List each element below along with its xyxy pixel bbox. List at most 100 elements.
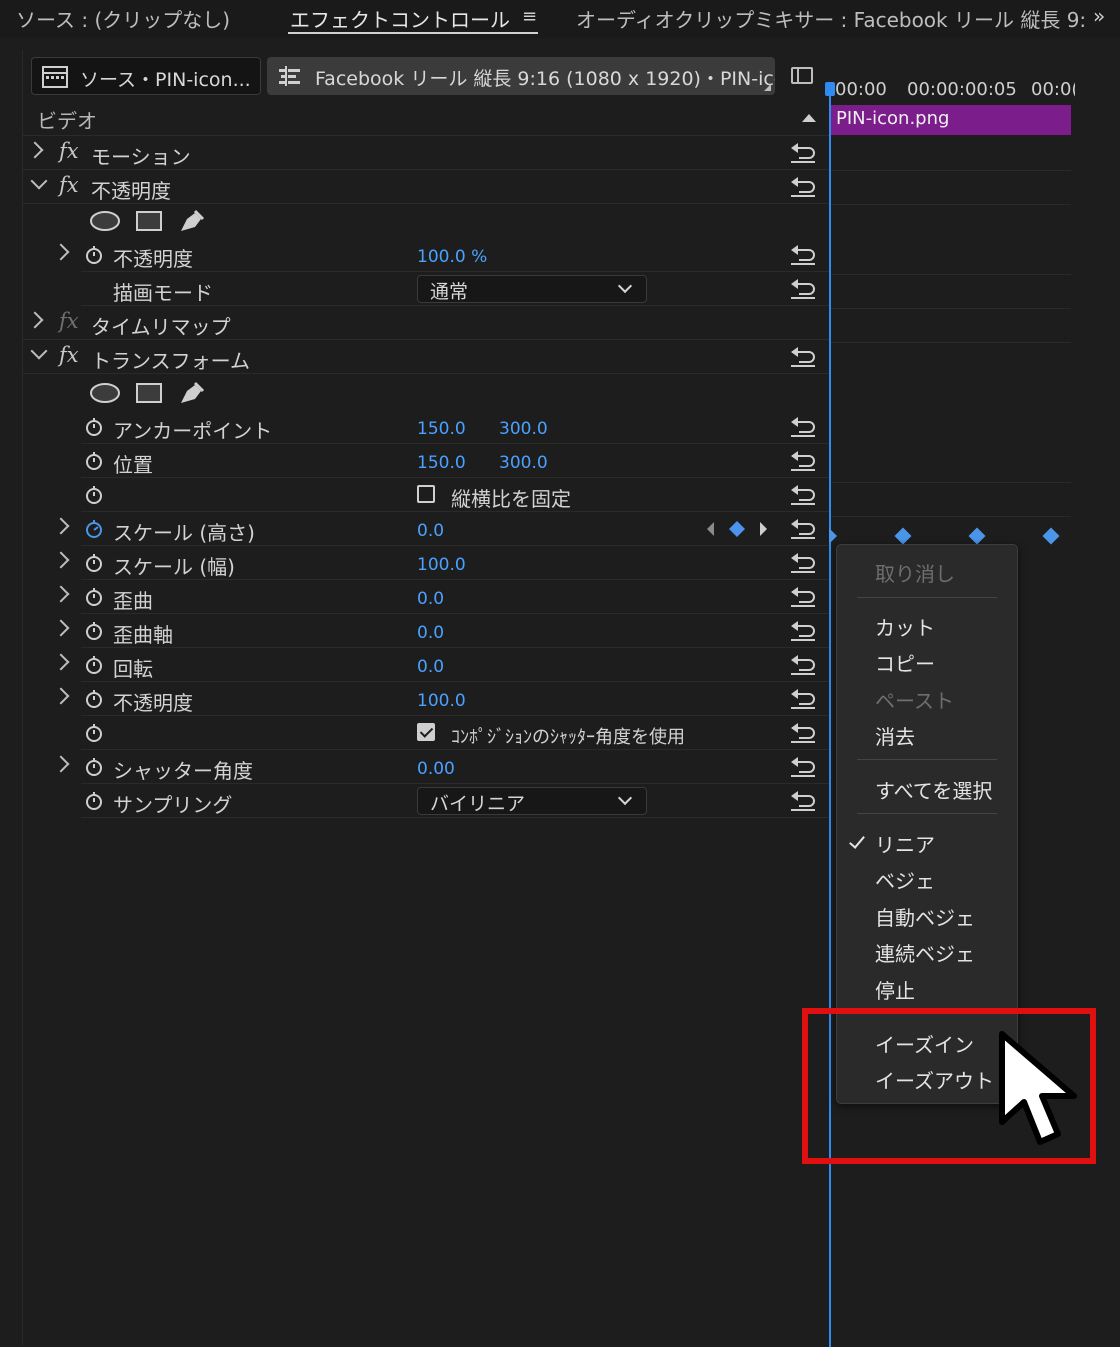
stopwatch-icon[interactable] xyxy=(85,486,103,504)
transform-opacity-value[interactable]: 100.0 xyxy=(417,691,466,711)
reset-icon[interactable] xyxy=(789,278,817,300)
reset-icon[interactable] xyxy=(789,790,817,812)
reset-icon[interactable] xyxy=(789,518,817,540)
reset-icon[interactable] xyxy=(789,142,817,164)
fx-icon[interactable]: fx xyxy=(59,343,79,367)
pen-mask-icon[interactable] xyxy=(177,379,205,407)
reset-icon[interactable] xyxy=(789,484,817,506)
stopwatch-icon[interactable] xyxy=(85,622,103,640)
stopwatch-icon[interactable] xyxy=(85,246,103,264)
collapse-chevron-icon[interactable] xyxy=(30,342,48,360)
stopwatch-icon[interactable] xyxy=(85,690,103,708)
collapse-chevron-icon[interactable] xyxy=(30,172,48,190)
reset-icon[interactable] xyxy=(789,756,817,778)
tab-audio-clip-mixer[interactable]: オーディオクリップミキサー : Facebook リール 縦長 9:16 (1 xyxy=(576,4,1088,33)
comp-shutter-checkbox[interactable] xyxy=(417,723,435,741)
sequence-clip-selector[interactable]: Facebook リール 縦長 9:16 (1080 x 1920)・PIN-i… xyxy=(267,57,775,95)
tab-source-monitor[interactable]: ソース : (クリップなし) xyxy=(16,4,230,33)
reset-icon[interactable] xyxy=(789,654,817,676)
collapse-up-icon[interactable] xyxy=(801,112,817,124)
reset-icon[interactable] xyxy=(789,450,817,472)
tab-effect-controls[interactable]: エフェクトコントロール xyxy=(290,4,510,33)
menu-item-linear[interactable]: リニア xyxy=(875,829,935,858)
expand-chevron-icon[interactable] xyxy=(52,653,70,671)
reset-icon[interactable] xyxy=(789,176,817,198)
stopwatch-icon[interactable] xyxy=(85,554,103,572)
fx-icon[interactable]: fx xyxy=(59,139,79,163)
playhead-handle[interactable] xyxy=(825,82,835,96)
toggle-timeline-view-icon[interactable] xyxy=(791,67,813,84)
time-ruler[interactable]: 00:00 00:00:00:05 00:0( xyxy=(829,72,1077,102)
stopwatch-icon[interactable] xyxy=(85,452,103,470)
rectangle-mask-icon[interactable] xyxy=(135,382,163,404)
skew-value[interactable]: 0.0 xyxy=(417,589,444,609)
next-keyframe-icon[interactable] xyxy=(760,522,767,536)
skew-axis-value[interactable]: 0.0 xyxy=(417,623,444,643)
expand-chevron-icon[interactable] xyxy=(52,243,70,261)
rotation-value[interactable]: 0.0 xyxy=(417,657,444,677)
ellipse-mask-icon[interactable] xyxy=(89,382,121,404)
keyframe-marker[interactable] xyxy=(968,527,986,545)
expand-chevron-icon[interactable] xyxy=(26,141,44,159)
blend-mode-dropdown[interactable]: 通常 xyxy=(417,275,647,303)
property-scale-height[interactable]: スケール (高さ) 0.0 xyxy=(52,512,829,546)
reset-icon[interactable] xyxy=(789,688,817,710)
stopwatch-icon[interactable] xyxy=(85,792,103,810)
keyframe-marker[interactable] xyxy=(829,528,837,544)
previous-keyframe-icon[interactable] xyxy=(707,522,714,536)
property-skew-axis[interactable]: 歪曲軸 0.0 xyxy=(52,614,829,648)
anchor-point-y[interactable]: 300.0 xyxy=(499,419,548,439)
stopwatch-icon[interactable] xyxy=(85,588,103,606)
scale-width-value[interactable]: 100.0 xyxy=(417,555,466,575)
reset-icon[interactable] xyxy=(789,552,817,574)
property-transform-opacity[interactable]: 不透明度 100.0 xyxy=(52,682,829,716)
position-y[interactable]: 300.0 xyxy=(499,453,548,473)
pen-mask-icon[interactable] xyxy=(177,207,205,235)
stopwatch-active-icon[interactable] xyxy=(85,520,103,538)
add-keyframe-icon[interactable] xyxy=(729,521,745,537)
menu-item-copy[interactable]: コピー xyxy=(875,648,935,677)
keyframe-marker[interactable] xyxy=(1042,527,1060,545)
uniform-scale-checkbox[interactable] xyxy=(417,485,435,503)
menu-item-bezier[interactable]: ベジェ xyxy=(875,865,935,894)
fx-icon[interactable]: fx xyxy=(59,173,79,197)
timeline-clip[interactable]: PIN-icon.png xyxy=(831,105,1071,135)
property-opacity[interactable]: 不透明度 100.0 % xyxy=(52,238,829,272)
property-scale-width[interactable]: スケール (幅) 100.0 xyxy=(52,546,829,580)
panel-menu-icon[interactable]: ≡ xyxy=(522,6,537,27)
menu-item-clear[interactable]: 消去 xyxy=(875,721,915,750)
reset-icon[interactable] xyxy=(789,346,817,368)
reset-icon[interactable] xyxy=(789,620,817,642)
reset-icon[interactable] xyxy=(789,244,817,266)
menu-item-cut[interactable]: カット xyxy=(875,612,935,641)
stopwatch-icon[interactable] xyxy=(85,418,103,436)
scale-height-value[interactable]: 0.0 xyxy=(417,521,444,541)
property-position[interactable]: 位置 150.0 300.0 xyxy=(81,444,829,478)
property-shutter-angle[interactable]: シャッター角度 0.00 xyxy=(52,750,829,784)
expand-chevron-icon[interactable] xyxy=(52,551,70,569)
expand-chevron-icon[interactable] xyxy=(52,687,70,705)
effect-motion[interactable]: fx モーション xyxy=(23,136,829,170)
keyframe-marker[interactable] xyxy=(894,527,912,545)
source-clip-selector[interactable]: ソース・PIN-icon... xyxy=(31,57,261,95)
sampling-dropdown[interactable]: バイリニア xyxy=(417,787,647,815)
tab-overflow-icon[interactable]: » xyxy=(1093,4,1105,28)
expand-chevron-icon[interactable] xyxy=(52,755,70,773)
stopwatch-icon[interactable] xyxy=(85,724,103,742)
anchor-point-x[interactable]: 150.0 xyxy=(417,419,466,439)
expand-chevron-icon[interactable] xyxy=(52,619,70,637)
opacity-value[interactable]: 100.0 % xyxy=(417,247,487,267)
stopwatch-icon[interactable] xyxy=(85,758,103,776)
stopwatch-icon[interactable] xyxy=(85,656,103,674)
effect-time-remap[interactable]: fx タイムリマップ xyxy=(23,306,829,340)
menu-item-select-all[interactable]: すべてを選択 xyxy=(875,775,992,804)
rectangle-mask-icon[interactable] xyxy=(135,210,163,232)
shutter-angle-value[interactable]: 0.00 xyxy=(417,759,455,779)
effect-transform[interactable]: fx トランスフォーム xyxy=(23,340,829,374)
ellipse-mask-icon[interactable] xyxy=(89,210,121,232)
expand-chevron-icon[interactable] xyxy=(52,585,70,603)
reset-icon[interactable] xyxy=(789,722,817,744)
property-skew[interactable]: 歪曲 0.0 xyxy=(52,580,829,614)
property-rotation[interactable]: 回転 0.0 xyxy=(52,648,829,682)
position-x[interactable]: 150.0 xyxy=(417,453,466,473)
